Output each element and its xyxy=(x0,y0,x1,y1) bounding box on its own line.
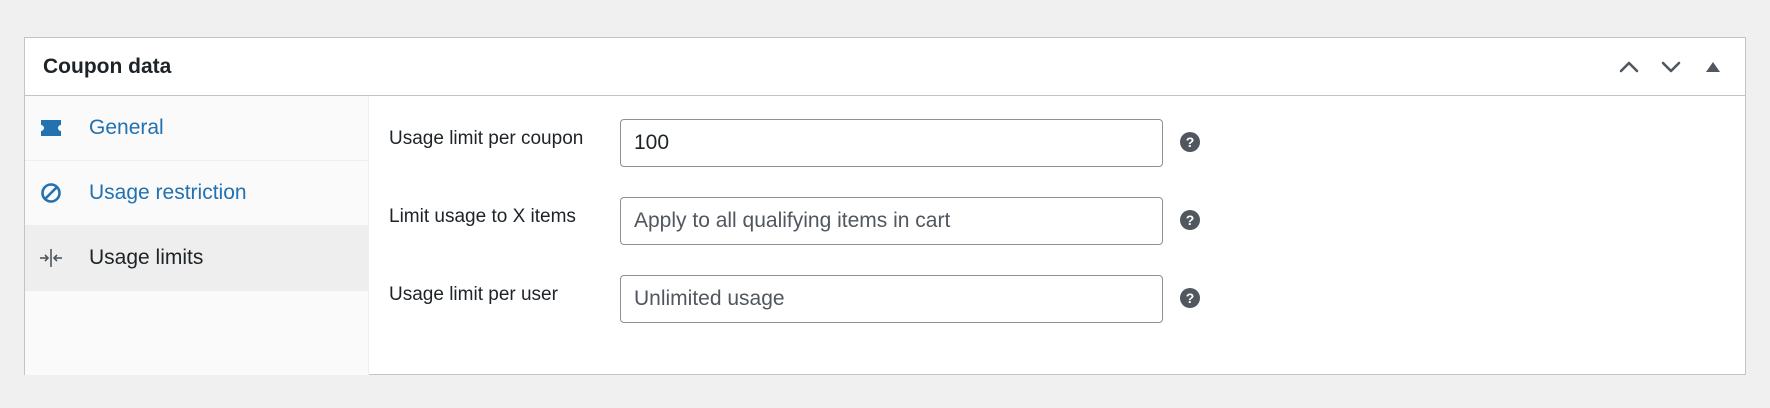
help-icon[interactable]: ? xyxy=(1180,132,1200,152)
chevron-up-icon xyxy=(1619,61,1639,73)
usage-limit-per-coupon-input[interactable] xyxy=(620,119,1163,167)
limit-usage-to-x-items-label: Limit usage to X items xyxy=(389,206,576,227)
panel-title: Coupon data xyxy=(43,54,172,78)
help-icon[interactable]: ? xyxy=(1180,210,1200,230)
tab-general[interactable]: General xyxy=(25,96,368,161)
field-row-usage-limit-per-user: Usage limit per user ? xyxy=(369,275,1745,353)
chevron-down-icon xyxy=(1661,61,1681,73)
usage-limit-per-coupon-label: Usage limit per coupon xyxy=(389,128,584,149)
triangle-up-icon xyxy=(1706,62,1720,72)
usage-limit-per-user-label: Usage limit per user xyxy=(389,284,558,305)
collapse-horizontal-icon xyxy=(39,246,69,270)
tab-usage-limits-label: Usage limits xyxy=(89,246,204,269)
field-row-limit-usage-to-x-items: Limit usage to X items ? xyxy=(369,197,1745,275)
tab-general-label: General xyxy=(89,116,164,139)
prohibited-icon xyxy=(39,181,69,205)
header-controls xyxy=(1615,38,1727,96)
field-row-usage-limit-per-coupon: Usage limit per coupon ? xyxy=(369,119,1745,197)
move-up-button[interactable] xyxy=(1615,53,1643,81)
ticket-icon xyxy=(39,116,69,140)
move-down-button[interactable] xyxy=(1657,53,1685,81)
limit-usage-to-x-items-input[interactable] xyxy=(620,197,1163,245)
tab-usage-restriction-label: Usage restriction xyxy=(89,181,247,204)
panel-header: Coupon data xyxy=(25,38,1745,96)
tab-list: General Usage restriction Usage limits xyxy=(25,96,369,375)
help-icon[interactable]: ? xyxy=(1180,288,1200,308)
usage-limits-fields: Usage limit per coupon ? Limit usage to … xyxy=(369,96,1745,375)
usage-limit-per-user-input[interactable] xyxy=(620,275,1163,323)
toggle-panel-button[interactable] xyxy=(1699,53,1727,81)
tab-usage-restriction[interactable]: Usage restriction xyxy=(25,161,368,226)
coupon-data-panel: Coupon data General Usage restriction Us… xyxy=(24,37,1746,375)
panel-body: General Usage restriction Usage limits U… xyxy=(25,96,1745,375)
tab-usage-limits[interactable]: Usage limits xyxy=(25,226,368,291)
